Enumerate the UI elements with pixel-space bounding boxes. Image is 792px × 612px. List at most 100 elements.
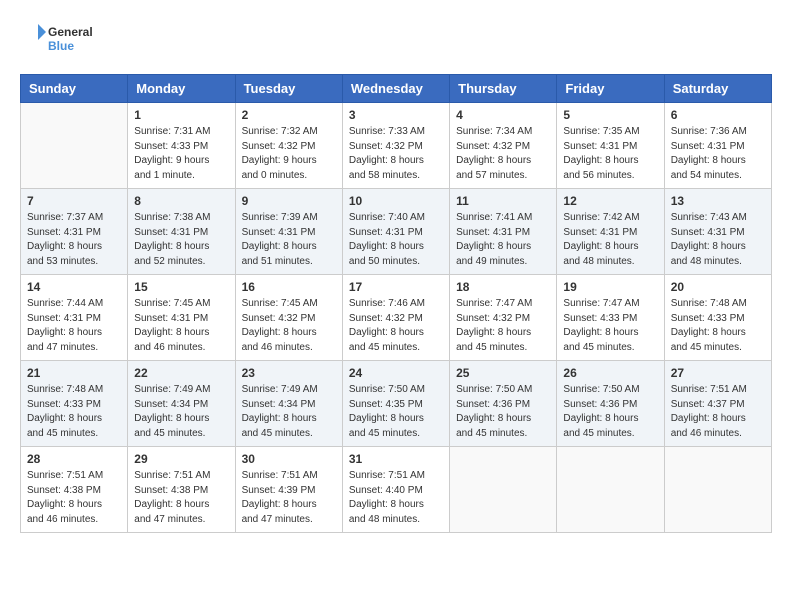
logo-svg: General Blue <box>20 20 110 58</box>
day-info: Sunrise: 7:33 AMSunset: 4:32 PMDaylight:… <box>349 125 443 183</box>
empty-cell <box>664 447 771 533</box>
day-cell-10: 10 Sunrise: 7:40 AMSunset: 4:31 PMDayligh… <box>342 189 449 275</box>
weekday-header-row: SundayMondayTuesdayWednesdayThursdayFrid… <box>21 75 772 103</box>
day-info: Sunrise: 7:36 AMSunset: 4:31 PMDaylight:… <box>671 125 765 183</box>
day-cell-15: 15 Sunrise: 7:45 AMSunset: 4:31 PMDayligh… <box>128 275 235 361</box>
day-cell-13: 13 Sunrise: 7:43 AMSunset: 4:31 PMDayligh… <box>664 189 771 275</box>
day-number: 8 <box>134 194 228 208</box>
day-number: 22 <box>134 366 228 380</box>
day-cell-2: 2 Sunrise: 7:32 AMSunset: 4:32 PMDaylight… <box>235 103 342 189</box>
day-info: Sunrise: 7:46 AMSunset: 4:32 PMDaylight:… <box>349 297 443 355</box>
day-info: Sunrise: 7:37 AMSunset: 4:31 PMDaylight:… <box>27 211 121 269</box>
day-info: Sunrise: 7:45 AMSunset: 4:32 PMDaylight:… <box>242 297 336 355</box>
day-info: Sunrise: 7:51 AMSunset: 4:38 PMDaylight:… <box>27 469 121 527</box>
day-info: Sunrise: 7:39 AMSunset: 4:31 PMDaylight:… <box>242 211 336 269</box>
day-info: Sunrise: 7:44 AMSunset: 4:31 PMDaylight:… <box>27 297 121 355</box>
day-info: Sunrise: 7:35 AMSunset: 4:31 PMDaylight:… <box>563 125 657 183</box>
day-number: 10 <box>349 194 443 208</box>
week-row-3: 14 Sunrise: 7:44 AMSunset: 4:31 PMDayligh… <box>21 275 772 361</box>
day-info: Sunrise: 7:50 AMSunset: 4:36 PMDaylight:… <box>563 383 657 441</box>
day-cell-31: 31Sunrise: 7:51 AMSunset: 4:40 PMDayligh… <box>342 447 449 533</box>
day-number: 5 <box>563 108 657 122</box>
day-cell-14: 14 Sunrise: 7:44 AMSunset: 4:31 PMDayligh… <box>21 275 128 361</box>
day-number: 7 <box>27 194 121 208</box>
day-info: Sunrise: 7:31 AMSunset: 4:33 PMDaylight:… <box>134 125 228 183</box>
day-cell-3: 3 Sunrise: 7:33 AMSunset: 4:32 PMDaylight… <box>342 103 449 189</box>
day-number: 18 <box>456 280 550 294</box>
day-info: Sunrise: 7:47 AMSunset: 4:32 PMDaylight:… <box>456 297 550 355</box>
day-info: Sunrise: 7:51 AMSunset: 4:38 PMDaylight:… <box>134 469 228 527</box>
day-cell-12: 12Sunrise: 7:42 AMSunset: 4:31 PMDayligh… <box>557 189 664 275</box>
page-header: General Blue <box>20 20 772 58</box>
day-cell-28: 28 Sunrise: 7:51 AMSunset: 4:38 PMDayligh… <box>21 447 128 533</box>
weekday-header-sunday: Sunday <box>21 75 128 103</box>
day-cell-22: 22 Sunrise: 7:49 AMSunset: 4:34 PMDayligh… <box>128 361 235 447</box>
day-cell-9: 9 Sunrise: 7:39 AMSunset: 4:31 PMDaylight… <box>235 189 342 275</box>
empty-cell <box>450 447 557 533</box>
day-number: 24 <box>349 366 443 380</box>
svg-text:Blue: Blue <box>48 39 74 53</box>
day-number: 19 <box>563 280 657 294</box>
day-number: 13 <box>671 194 765 208</box>
weekday-header-tuesday: Tuesday <box>235 75 342 103</box>
day-number: 25 <box>456 366 550 380</box>
empty-cell <box>21 103 128 189</box>
day-number: 1 <box>134 108 228 122</box>
day-cell-26: 26 Sunrise: 7:50 AMSunset: 4:36 PMDayligh… <box>557 361 664 447</box>
day-number: 30 <box>242 452 336 466</box>
day-info: Sunrise: 7:43 AMSunset: 4:31 PMDaylight:… <box>671 211 765 269</box>
day-info: Sunrise: 7:40 AMSunset: 4:31 PMDaylight:… <box>349 211 443 269</box>
day-number: 4 <box>456 108 550 122</box>
day-info: Sunrise: 7:32 AMSunset: 4:32 PMDaylight:… <box>242 125 336 183</box>
day-info: Sunrise: 7:34 AMSunset: 4:32 PMDaylight:… <box>456 125 550 183</box>
day-cell-24: 24Sunrise: 7:50 AMSunset: 4:35 PMDayligh… <box>342 361 449 447</box>
day-number: 12 <box>563 194 657 208</box>
weekday-header-thursday: Thursday <box>450 75 557 103</box>
day-number: 11 <box>456 194 550 208</box>
day-number: 16 <box>242 280 336 294</box>
day-number: 6 <box>671 108 765 122</box>
day-cell-19: 19 Sunrise: 7:47 AMSunset: 4:33 PMDayligh… <box>557 275 664 361</box>
day-number: 28 <box>27 452 121 466</box>
day-number: 27 <box>671 366 765 380</box>
day-number: 29 <box>134 452 228 466</box>
day-info: Sunrise: 7:48 AMSunset: 4:33 PMDaylight:… <box>671 297 765 355</box>
day-info: Sunrise: 7:49 AMSunset: 4:34 PMDaylight:… <box>242 383 336 441</box>
day-cell-17: 17Sunrise: 7:46 AMSunset: 4:32 PMDayligh… <box>342 275 449 361</box>
day-info: Sunrise: 7:45 AMSunset: 4:31 PMDaylight:… <box>134 297 228 355</box>
day-info: Sunrise: 7:38 AMSunset: 4:31 PMDaylight:… <box>134 211 228 269</box>
day-number: 2 <box>242 108 336 122</box>
weekday-header-monday: Monday <box>128 75 235 103</box>
day-number: 14 <box>27 280 121 294</box>
weekday-header-wednesday: Wednesday <box>342 75 449 103</box>
day-cell-5: 5 Sunrise: 7:35 AMSunset: 4:31 PMDaylight… <box>557 103 664 189</box>
day-number: 21 <box>27 366 121 380</box>
logo: General Blue <box>20 20 110 58</box>
day-cell-30: 30 Sunrise: 7:51 AMSunset: 4:39 PMDayligh… <box>235 447 342 533</box>
day-number: 9 <box>242 194 336 208</box>
day-info: Sunrise: 7:51 AMSunset: 4:39 PMDaylight:… <box>242 469 336 527</box>
day-cell-11: 11 Sunrise: 7:41 AMSunset: 4:31 PMDayligh… <box>450 189 557 275</box>
empty-cell <box>557 447 664 533</box>
day-info: Sunrise: 7:41 AMSunset: 4:31 PMDaylight:… <box>456 211 550 269</box>
day-cell-25: 25Sunrise: 7:50 AMSunset: 4:36 PMDayligh… <box>450 361 557 447</box>
week-row-1: 1 Sunrise: 7:31 AMSunset: 4:33 PMDaylight… <box>21 103 772 189</box>
day-number: 26 <box>563 366 657 380</box>
day-cell-29: 29 Sunrise: 7:51 AMSunset: 4:38 PMDayligh… <box>128 447 235 533</box>
week-row-2: 7 Sunrise: 7:37 AMSunset: 4:31 PMDaylight… <box>21 189 772 275</box>
day-info: Sunrise: 7:51 AMSunset: 4:37 PMDaylight:… <box>671 383 765 441</box>
day-cell-6: 6 Sunrise: 7:36 AMSunset: 4:31 PMDaylight… <box>664 103 771 189</box>
day-cell-7: 7 Sunrise: 7:37 AMSunset: 4:31 PMDaylight… <box>21 189 128 275</box>
day-number: 15 <box>134 280 228 294</box>
day-cell-23: 23 Sunrise: 7:49 AMSunset: 4:34 PMDayligh… <box>235 361 342 447</box>
day-number: 3 <box>349 108 443 122</box>
day-info: Sunrise: 7:48 AMSunset: 4:33 PMDaylight:… <box>27 383 121 441</box>
day-cell-20: 20Sunrise: 7:48 AMSunset: 4:33 PMDayligh… <box>664 275 771 361</box>
day-info: Sunrise: 7:47 AMSunset: 4:33 PMDaylight:… <box>563 297 657 355</box>
day-number: 23 <box>242 366 336 380</box>
day-cell-4: 4 Sunrise: 7:34 AMSunset: 4:32 PMDaylight… <box>450 103 557 189</box>
day-info: Sunrise: 7:49 AMSunset: 4:34 PMDaylight:… <box>134 383 228 441</box>
day-cell-1: 1 Sunrise: 7:31 AMSunset: 4:33 PMDaylight… <box>128 103 235 189</box>
calendar-table: SundayMondayTuesdayWednesdayThursdayFrid… <box>20 74 772 533</box>
day-number: 31 <box>349 452 443 466</box>
